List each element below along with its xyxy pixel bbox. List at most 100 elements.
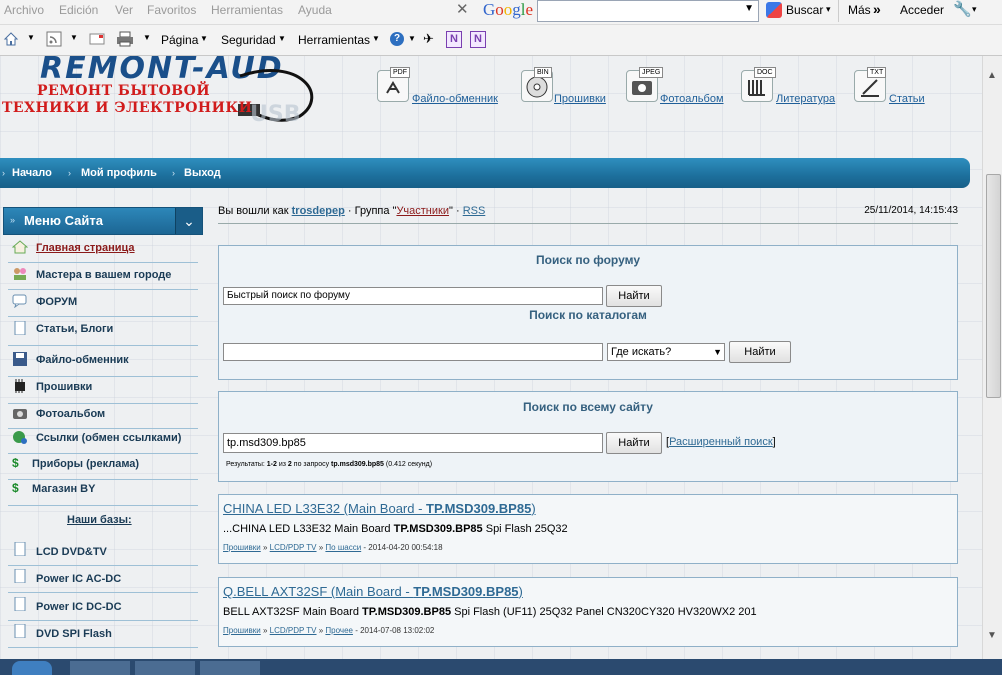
onenote-icon[interactable]: N [446, 31, 462, 48]
os-taskbar [0, 659, 1002, 675]
topnav-firmware[interactable]: Прошивки [554, 93, 606, 105]
taskbar-app[interactable] [200, 661, 260, 675]
sidebar-item-masters[interactable]: Мастера в вашем городе [8, 267, 198, 290]
crumb-chassis[interactable]: По шасси [325, 543, 361, 552]
jpeg-tag: JPEG [639, 67, 664, 78]
chevron-down-icon[interactable]: ▼ [200, 34, 208, 43]
chevron-down-icon[interactable]: ▼ [278, 34, 286, 43]
rss-link[interactable]: RSS [463, 205, 486, 217]
document-icon [14, 569, 26, 583]
result-title-link[interactable]: CHINA LED L33E32 (Main Board - TP.MSD309… [223, 501, 536, 516]
chevron-down-icon[interactable]: ▼ [372, 34, 380, 43]
snippet-post: Spi Flash 25Q32 [482, 523, 568, 535]
topnav-file-exchange[interactable]: Файло-обменник [412, 93, 498, 105]
printer-icon[interactable] [116, 31, 134, 47]
catalog-search-button[interactable]: Найти [729, 341, 791, 363]
menu-favoritos[interactable]: Favoritos [147, 3, 196, 17]
advanced-search-link[interactable]: Расширенный поиск [669, 436, 773, 448]
chevron-down-icon[interactable]: ▼ [408, 34, 416, 43]
google-search-button[interactable]: Buscar [786, 3, 823, 17]
menu-archivo[interactable]: Archivo [4, 3, 44, 17]
username-link[interactable]: trosdepep [292, 205, 345, 217]
result-breadcrumb: Прошивки » LCD/PDP TV » По шасси - 2014-… [223, 543, 443, 552]
pdf-file-icon[interactable]: PDF [377, 67, 410, 102]
forum-search-input[interactable]: Быстрый поиск по форуму [223, 287, 603, 305]
chevron-down-icon[interactable]: ▾ [826, 4, 831, 15]
google-search-input[interactable]: ▼ [537, 0, 759, 22]
security-menu-button[interactable]: Seguridad [221, 33, 276, 47]
feeds-icon[interactable] [46, 31, 62, 47]
nav-logout[interactable]: Выход [184, 167, 221, 179]
scroll-up-icon[interactable]: ▲ [987, 70, 997, 81]
site-search-input[interactable]: tp.msd309.bp85 [223, 433, 603, 453]
sidebar-base-power-acdc[interactable]: Power IC AC-DC [8, 569, 198, 593]
sidebar-header[interactable]: » Меню Сайта ⌄ [3, 207, 203, 235]
catalog-where-select[interactable]: Где искать? ▼ [607, 343, 725, 361]
page-menu-button[interactable]: Página [161, 33, 198, 47]
nav-profile[interactable]: Мой профиль [81, 167, 157, 179]
sidebar-item-firmware[interactable]: Прошивки [8, 379, 198, 404]
nav-home[interactable]: Начало [12, 167, 52, 179]
help-icon[interactable]: ? [390, 32, 404, 46]
result-snippet: ...CHINA LED L33E32 Main Board TP.MSD309… [223, 523, 568, 535]
taskbar-app[interactable] [135, 661, 195, 675]
google-search-icon[interactable] [766, 2, 782, 18]
menu-herramientas[interactable]: Herramientas [211, 3, 283, 17]
group-end: " · [449, 205, 460, 217]
close-toolbar-icon[interactable]: ✕ [456, 0, 469, 18]
crumb-other[interactable]: Прочее [325, 626, 353, 635]
sidebar-item-forum[interactable]: ФОРУМ [8, 294, 198, 317]
crumb-lcd[interactable]: LCD/PDP TV [270, 626, 317, 635]
sidebar-item-home[interactable]: Главная страница [8, 240, 198, 263]
sidebar-item-devices-ad[interactable]: $ Приборы (реклама) [8, 456, 198, 480]
catalog-search-input[interactable] [223, 343, 603, 361]
bases-title[interactable]: Наши базы: [67, 514, 132, 526]
topnav-literature[interactable]: Литература [776, 93, 835, 105]
forum-search-button[interactable]: Найти [606, 285, 662, 307]
sidebar-item-shop[interactable]: $ Магазин BY [8, 481, 198, 506]
tools-menu-button[interactable]: Herramientas [298, 33, 370, 47]
pen-icon[interactable]: TXT [854, 67, 887, 102]
chevron-down-icon[interactable]: ▼ [70, 33, 78, 42]
mail-icon[interactable] [89, 32, 105, 46]
topnav-photoalbum[interactable]: Фотоальбом [660, 93, 724, 105]
start-button[interactable] [12, 661, 52, 675]
crumb-firmware[interactable]: Прошивки [223, 626, 261, 635]
sidebar-item-label: Приборы (реклама) [32, 458, 140, 470]
sidebar-item-articles[interactable]: Статьи, Блоги [8, 321, 198, 346]
vertical-scrollbar[interactable]: ▲ ▼ [982, 56, 1002, 659]
taskbar-app[interactable] [70, 661, 130, 675]
disc-icon[interactable]: BIN [521, 67, 553, 102]
chevron-down-icon[interactable]: ⌄ [175, 208, 202, 234]
onenote-linked-icon[interactable]: N [470, 31, 486, 48]
research-icon[interactable]: ✈ [423, 31, 434, 47]
sidebar-base-power-dcdc[interactable]: Power IC DC-DC [8, 597, 198, 621]
crumb-firmware[interactable]: Прошивки [223, 543, 261, 552]
user-status-line: Вы вошли как trosdepep · Группа "Участни… [218, 205, 958, 224]
more-button[interactable]: Más [848, 3, 871, 17]
dropdown-arrow-icon[interactable]: ▼ [744, 3, 754, 14]
chevron-down-icon[interactable]: ▼ [143, 33, 151, 42]
menu-ayuda[interactable]: Ayuda [298, 3, 332, 17]
wrench-icon[interactable]: 🔧 [953, 0, 972, 18]
sidebar-item-photoalbum[interactable]: Фотоальбом [8, 406, 198, 429]
site-search-button[interactable]: Найти [606, 432, 662, 454]
group-link[interactable]: Участники [396, 205, 449, 217]
book-icon[interactable]: DOC [741, 67, 776, 102]
crumb-lcd[interactable]: LCD/PDP TV [270, 543, 317, 552]
chevron-down-icon[interactable]: ▾ [972, 4, 977, 15]
sidebar-item-links[interactable]: Ссылки (обмен ссылками) [8, 430, 198, 454]
sidebar-base-dvd-spi[interactable]: DVD SPI Flash [8, 624, 198, 648]
menu-ver[interactable]: Ver [115, 3, 133, 17]
scrollbar-thumb[interactable] [986, 174, 1001, 398]
topnav-articles[interactable]: Статьи [889, 93, 925, 105]
result-title-link[interactable]: Q.BELL AXT32SF (Main Board - TP.MSD309.B… [223, 584, 523, 599]
camera-icon[interactable]: JPEG [626, 67, 664, 102]
menu-edicion[interactable]: Edición [59, 3, 98, 17]
chevron-down-icon[interactable]: ▼ [27, 33, 35, 42]
sidebar-base-lcd[interactable]: LCD DVD&TV [8, 542, 198, 566]
home-icon[interactable] [3, 31, 19, 47]
sidebar-item-file-exchange[interactable]: Файло-обменник [8, 352, 198, 377]
scroll-down-icon[interactable]: ▼ [987, 630, 997, 641]
signin-button[interactable]: Acceder [900, 3, 944, 17]
